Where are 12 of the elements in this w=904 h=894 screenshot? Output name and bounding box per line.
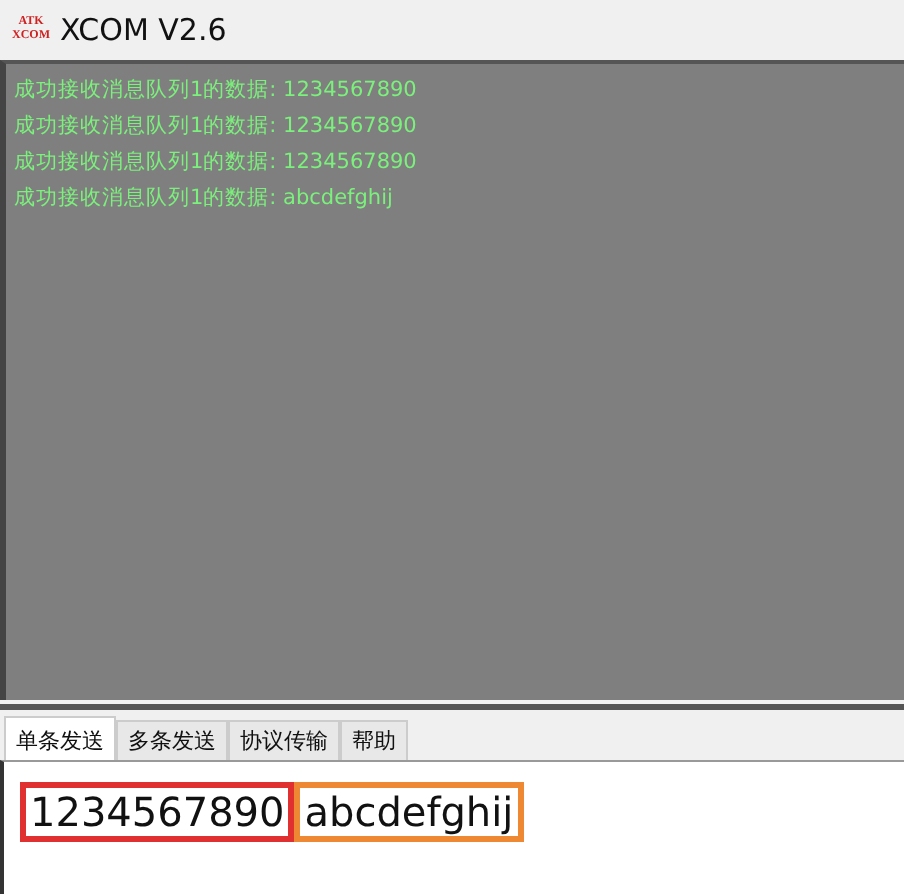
window-title: XCOM V2.6 xyxy=(60,12,227,48)
log-line: 成功接收消息队列1的数据: 1234567890 xyxy=(14,112,419,140)
tab[interactable]: 多条发送 xyxy=(116,720,228,760)
tab[interactable]: 单条发送 xyxy=(4,716,116,760)
send-field[interactable]: 1234567890 abcdefghij xyxy=(0,760,904,894)
tab[interactable]: 协议传输 xyxy=(228,720,340,760)
highlighted-text: abcdefghij xyxy=(294,782,524,842)
highlighted-text: 1234567890 xyxy=(20,782,295,842)
log-line: 成功接收消息队列1的数据: 1234567890 xyxy=(14,76,419,104)
log-line: 成功接收消息队列1的数据: abcdefghij xyxy=(14,184,395,212)
tab[interactable]: 帮助 xyxy=(340,720,408,760)
log-line: 成功接收消息队列1的数据: 1234567890 xyxy=(14,148,419,176)
